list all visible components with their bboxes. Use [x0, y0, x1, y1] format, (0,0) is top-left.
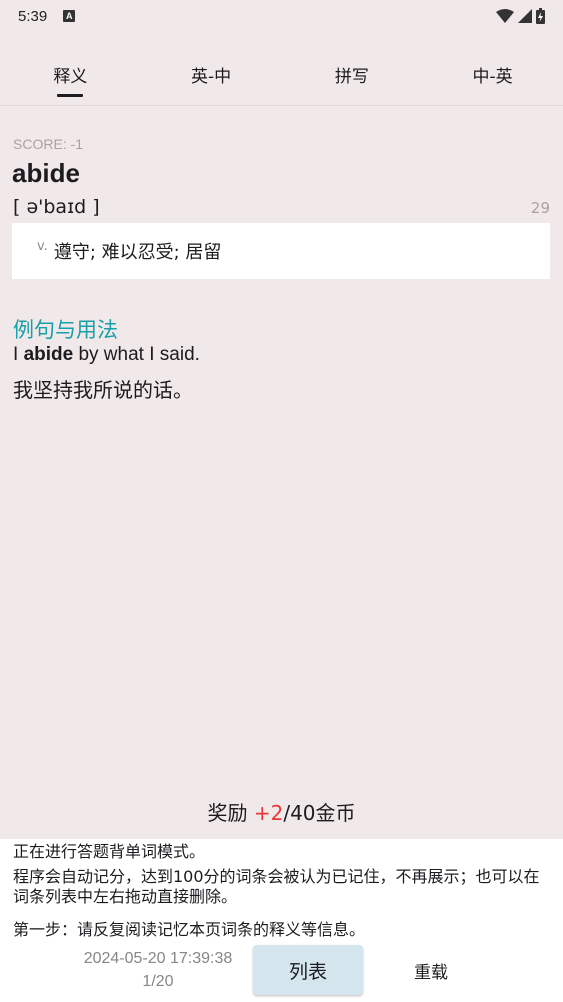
- mode-tabs: 释义 英-中 拼写 中-英: [0, 48, 563, 104]
- example-sentence-en: I abide by what I said.: [13, 344, 200, 366]
- part-of-speech: v.: [37, 238, 48, 254]
- tab-zh-en[interactable]: 中-英: [422, 48, 563, 104]
- bottom-panel: 正在进行答题背单词模式。 程序会自动记分，达到100分的词条会被认为已记住，不再…: [0, 839, 563, 1002]
- examples-title: 例句与用法: [13, 318, 118, 342]
- battery-charging-icon: [536, 8, 545, 24]
- tab-en-zh[interactable]: 英-中: [141, 48, 282, 104]
- example-en-suffix: by what I said.: [73, 344, 200, 365]
- reward-suffix: /40金币: [283, 801, 356, 825]
- signal-icon: [518, 9, 532, 23]
- status-icons: [496, 8, 545, 24]
- phonetic: [ ə'baɪd ]: [13, 196, 100, 218]
- score-label: SCORE: -1: [13, 136, 84, 152]
- reward-text: 奖励 +2/40金币: [0, 797, 563, 826]
- word-count: 29: [530, 199, 550, 217]
- reward-prefix: 奖励: [207, 801, 254, 825]
- datetime-page: 2024-05-20 17:39:38 1/20: [60, 947, 256, 993]
- datetime-text: 2024-05-20 17:39:38: [83, 950, 233, 967]
- definition-card: v. 遵守; 难以忍受; 居留: [12, 223, 550, 279]
- info-mode: 正在进行答题背单词模式。: [13, 842, 206, 861]
- tab-spelling[interactable]: 拼写: [282, 48, 423, 104]
- status-time: 5:39: [18, 7, 48, 25]
- tabs-divider: [0, 105, 563, 106]
- reload-button[interactable]: 重载: [376, 945, 486, 995]
- wifi-icon: [496, 9, 514, 23]
- list-button[interactable]: 列表: [253, 945, 363, 995]
- reward-plus: +2: [253, 801, 284, 825]
- notification-a-icon: A: [63, 10, 76, 22]
- tab-definition[interactable]: 释义: [0, 48, 141, 104]
- info-scoring: 程序会自动记分，达到100分的词条会被认为已记住，不再展示；也可以在词条列表中左…: [13, 867, 540, 906]
- example-sentence-zh: 我坚持我所说的话。: [13, 378, 193, 402]
- status-bar: 5:39 A: [0, 0, 563, 32]
- example-en-prefix: I: [13, 344, 24, 365]
- word-title: abide: [12, 158, 80, 188]
- definition-text: 遵守; 难以忍受; 居留: [53, 242, 222, 263]
- info-step: 第一步：请反复阅读记忆本页词条的释义等信息。: [13, 920, 366, 939]
- example-en-keyword: abide: [23, 344, 74, 365]
- page-indicator: 1/20: [142, 973, 174, 990]
